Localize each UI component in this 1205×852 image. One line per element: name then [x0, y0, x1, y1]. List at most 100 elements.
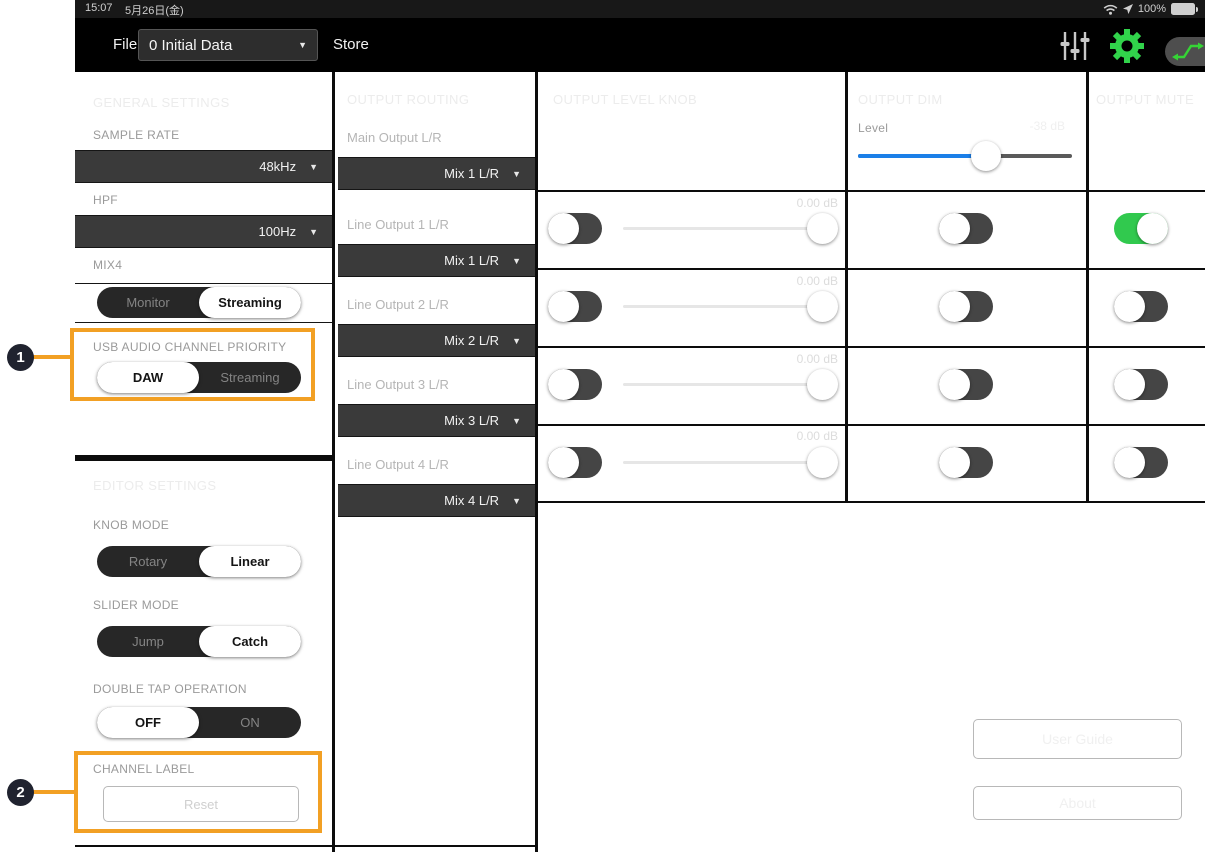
general-settings-title: GENERAL SETTINGS: [93, 95, 230, 110]
knob-mode-linear-option[interactable]: Linear: [199, 546, 301, 577]
knob-mode-rotary-option[interactable]: Rotary: [97, 546, 199, 577]
chevron-down-icon: ▼: [512, 416, 521, 426]
level-knob-toggle-2[interactable]: [548, 291, 602, 322]
sample-rate-dropdown[interactable]: 48kHz ▼: [75, 150, 332, 183]
dim-toggle-3[interactable]: [939, 369, 993, 400]
settings-gear-icon[interactable]: [1110, 29, 1144, 63]
toolbar: File 0 Initial Data ▼ Store: [75, 18, 1205, 72]
double-tap-label: DOUBLE TAP OPERATION: [93, 682, 247, 696]
toggle-knob: [548, 213, 579, 244]
slider-track: [623, 305, 832, 308]
level-db-value: 0.00 dB: [718, 429, 838, 443]
level-slider-4[interactable]: [623, 447, 838, 478]
toggle-knob: [939, 213, 970, 244]
routing-dropdown-line3[interactable]: Mix 3 L/R ▼: [338, 404, 535, 437]
user-guide-button[interactable]: User Guide: [973, 719, 1182, 759]
location-arrow-icon: [1123, 4, 1133, 14]
hpf-value: 100Hz: [259, 224, 297, 239]
about-button[interactable]: About: [973, 786, 1182, 820]
wifi-icon: [1103, 4, 1118, 15]
double-tap-off-option[interactable]: OFF: [97, 707, 199, 738]
toggle-knob: [548, 369, 579, 400]
knob-mode-label: KNOB MODE: [93, 518, 169, 532]
dim-level-slider[interactable]: [858, 141, 1072, 171]
mix4-monitor-option[interactable]: Monitor: [97, 287, 199, 318]
file-label: File: [113, 18, 137, 72]
column-border: [845, 72, 848, 503]
toggle-knob: [1137, 213, 1168, 244]
dim-toggle-4[interactable]: [939, 447, 993, 478]
chevron-down-icon: ▼: [298, 40, 307, 50]
routing-dropdown-line4[interactable]: Mix 4 L/R ▼: [338, 484, 535, 517]
slider-thumb[interactable]: [971, 141, 1001, 171]
mixer-faders-icon[interactable]: [1058, 31, 1092, 61]
routing-value: Mix 1 L/R: [444, 166, 499, 181]
dim-toggle-2[interactable]: [939, 291, 993, 322]
slider-track: [623, 461, 832, 464]
double-tap-on-option[interactable]: ON: [199, 707, 301, 738]
level-db-value: 0.00 dB: [718, 352, 838, 366]
routing-dropdown-line2[interactable]: Mix 2 L/R ▼: [338, 324, 535, 357]
routing-row-label: Line Output 2 L/R: [347, 297, 449, 312]
status-date: 5月26日(金): [125, 2, 184, 18]
slider-thumb[interactable]: [807, 447, 838, 478]
dim-toggle-1[interactable]: [939, 213, 993, 244]
status-time: 15:07: [85, 2, 113, 14]
mute-toggle-3[interactable]: [1114, 369, 1168, 400]
slider-thumb[interactable]: [807, 291, 838, 322]
column-border: [1086, 72, 1089, 503]
chevron-down-icon: ▼: [512, 496, 521, 506]
routing-dropdown-line1[interactable]: Mix 1 L/R ▼: [338, 244, 535, 277]
chevron-down-icon: ▼: [512, 336, 521, 346]
slider-track: [623, 227, 832, 230]
knob-mode-segmented-control: Rotary Linear: [97, 546, 301, 577]
mute-toggle-1[interactable]: [1114, 213, 1168, 244]
preset-dropdown[interactable]: 0 Initial Data ▼: [138, 29, 318, 61]
mute-toggle-2[interactable]: [1114, 291, 1168, 322]
sample-rate-value: 48kHz: [259, 159, 296, 174]
slider-mode-jump-option[interactable]: Jump: [97, 626, 199, 657]
output-level-knob-title: OUTPUT LEVEL KNOB: [553, 92, 697, 107]
connect-button[interactable]: [1165, 37, 1205, 66]
dim-level-value: -38 dB: [945, 119, 1065, 133]
level-db-value: 0.00 dB: [718, 274, 838, 288]
toggle-knob: [939, 369, 970, 400]
hpf-dropdown[interactable]: 100Hz ▼: [75, 215, 332, 248]
toggle-knob: [548, 291, 579, 322]
toggle-knob: [939, 291, 970, 322]
level-knob-toggle-4[interactable]: [548, 447, 602, 478]
row-border: [535, 424, 1205, 426]
level-knob-toggle-3[interactable]: [548, 369, 602, 400]
store-button[interactable]: Store: [333, 18, 369, 72]
output-mute-title: OUTPUT MUTE: [1096, 92, 1194, 107]
level-knob-toggle-1[interactable]: [548, 213, 602, 244]
annotation-line-2: [28, 790, 74, 794]
level-slider-3[interactable]: [623, 369, 838, 400]
slider-thumb[interactable]: [807, 369, 838, 400]
routing-dropdown-main[interactable]: Mix 1 L/R ▼: [338, 157, 535, 190]
mute-toggle-4[interactable]: [1114, 447, 1168, 478]
chevron-down-icon: ▼: [512, 256, 521, 266]
divider: [75, 322, 332, 323]
slider-mode-catch-option[interactable]: Catch: [199, 626, 301, 657]
level-slider-2[interactable]: [623, 291, 838, 322]
preset-value: 0 Initial Data: [149, 37, 298, 54]
routing-row-label: Line Output 4 L/R: [347, 457, 449, 472]
level-slider-1[interactable]: [623, 213, 838, 244]
divider: [75, 845, 537, 847]
row-border: [535, 190, 1205, 192]
mix4-segmented-control: Monitor Streaming: [97, 287, 301, 318]
slider-fill: [858, 154, 986, 158]
slider-mode-segmented-control: Jump Catch: [97, 626, 301, 657]
output-dim-title: OUTPUT DIM: [858, 92, 943, 107]
row-border: [535, 268, 1205, 270]
divider: [75, 283, 332, 284]
section-divider: [75, 455, 332, 461]
slider-thumb[interactable]: [807, 213, 838, 244]
toggle-knob: [939, 447, 970, 478]
mix4-streaming-option[interactable]: Streaming: [199, 287, 301, 318]
chevron-down-icon: ▼: [512, 169, 521, 179]
routing-row-label: Line Output 1 L/R: [347, 217, 449, 232]
connection-arrows-icon: [1171, 40, 1205, 63]
routing-value: Mix 3 L/R: [444, 413, 499, 428]
